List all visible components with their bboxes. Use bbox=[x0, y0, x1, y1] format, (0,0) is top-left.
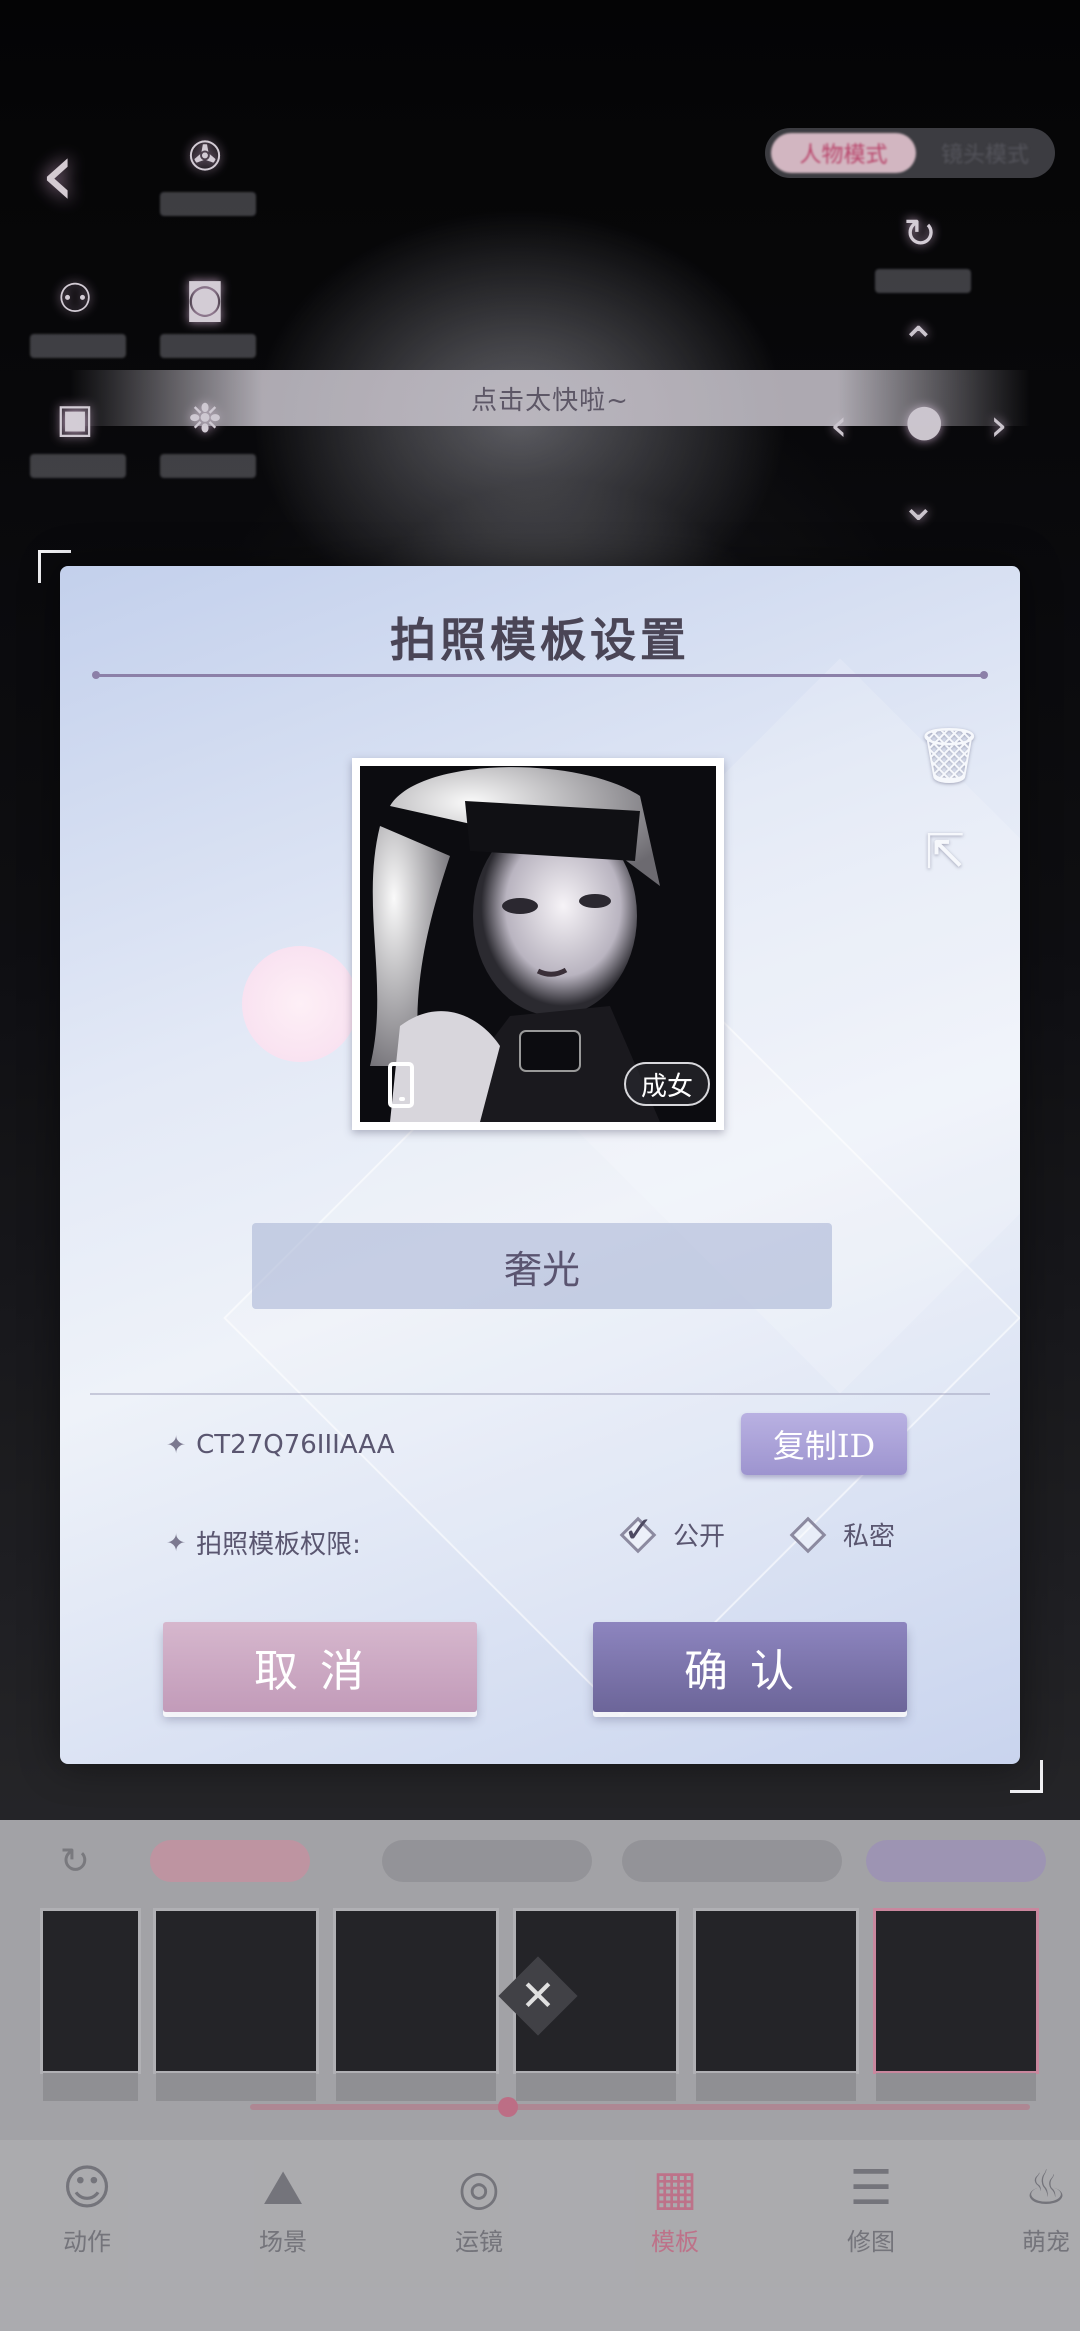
photo-template-settings-dialog: 拍照模板设置 🗑 ⇱ 成女 奢光 ✦ CT27Q76IIIAAA 复制ID ✦ … bbox=[60, 566, 1020, 1764]
permission-option-label: 公开 bbox=[673, 1522, 726, 1552]
permission-option-public[interactable]: ✓ 公开 bbox=[619, 1509, 726, 1553]
dialog-title: 拍照模板设置 bbox=[390, 613, 690, 667]
copy-id-button[interactable]: 复制ID bbox=[741, 1413, 907, 1475]
confirm-button[interactable]: 确认 bbox=[593, 1622, 907, 1712]
template-photo: 成女 bbox=[352, 758, 724, 1130]
sparkle-icon: ✦ bbox=[166, 1528, 187, 1557]
template-photo-image: 成女 bbox=[360, 766, 716, 1122]
permission-option-private[interactable]: 私密 bbox=[789, 1516, 896, 1553]
section-divider bbox=[90, 1393, 990, 1395]
permission-row: ✦ 拍照模板权限: bbox=[166, 1524, 361, 1561]
template-id-row: ✦ CT27Q76IIIAAA bbox=[166, 1430, 395, 1460]
checkbox-checked-icon: ✓ bbox=[619, 1509, 657, 1553]
checkbox-empty-icon bbox=[789, 1516, 827, 1553]
sparkle-icon: ✦ bbox=[166, 1431, 187, 1459]
decorative-orb bbox=[242, 946, 358, 1062]
permission-label: 拍照模板权限: bbox=[196, 1530, 361, 1560]
cancel-button[interactable]: 取消 bbox=[163, 1622, 477, 1712]
trash-icon[interactable]: 🗑 bbox=[915, 724, 984, 794]
template-name-field[interactable] bbox=[252, 1223, 832, 1309]
permission-option-label: 私密 bbox=[843, 1522, 896, 1552]
frame-corner bbox=[1010, 1760, 1043, 1793]
template-id: CT27Q76IIIAAA bbox=[196, 1430, 395, 1460]
body-type-tag: 成女 bbox=[624, 1062, 710, 1106]
title-divider bbox=[92, 671, 988, 679]
share-icon[interactable]: ⇱ bbox=[915, 824, 975, 884]
phone-icon bbox=[388, 1062, 414, 1108]
